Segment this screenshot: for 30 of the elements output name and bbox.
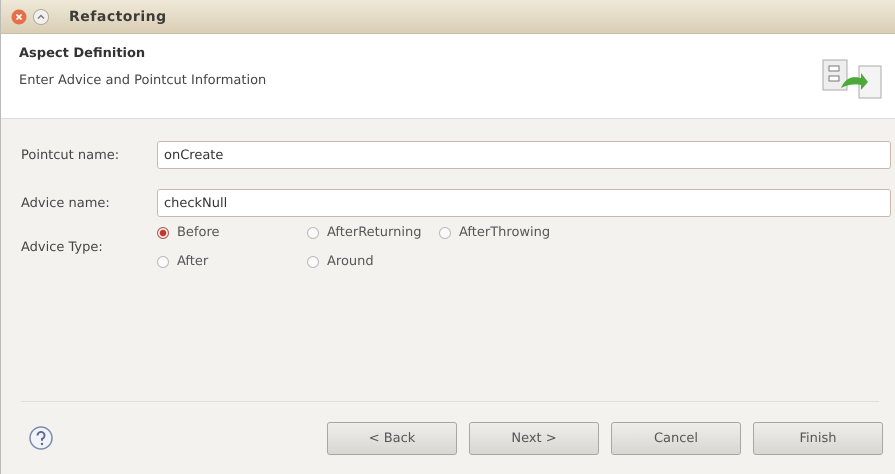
radio-icon[interactable]	[157, 256, 169, 268]
name-field[interactable]: checkNull	[157, 189, 891, 217]
radio-label: Around	[327, 254, 374, 269]
radio-label: AfterThrowing	[459, 225, 550, 240]
field-label: Pointcut name:	[21, 148, 120, 162]
radio-option[interactable]: Before	[157, 225, 307, 240]
radio-option[interactable]: Around	[307, 254, 439, 269]
radio-label: After	[177, 254, 208, 269]
dialog-button[interactable]: Cancel	[611, 422, 741, 454]
name-field[interactable]: onCreate	[157, 141, 891, 169]
dialog-button[interactable]: < Back	[327, 422, 457, 454]
radio-icon[interactable]	[157, 226, 169, 238]
dialog-button[interactable]: Next >	[469, 422, 599, 454]
help-icon[interactable]	[29, 426, 53, 450]
radio-icon[interactable]	[307, 256, 319, 268]
radio-option[interactable]: AfterThrowing	[439, 225, 550, 240]
close-icon[interactable]	[11, 8, 27, 24]
radio-label: AfterReturning	[327, 225, 422, 240]
page-title: Aspect Definition	[19, 46, 146, 61]
dialog-button[interactable]: Finish	[753, 422, 883, 454]
field-label: Advice name:	[21, 196, 111, 210]
maximize-icon[interactable]	[33, 8, 49, 24]
radio-option[interactable]: AfterReturning	[307, 225, 439, 240]
radio-option[interactable]: After	[157, 254, 307, 269]
radio-icon[interactable]	[439, 226, 451, 238]
field-label: Advice Type:	[21, 240, 104, 254]
radio-label: Before	[177, 225, 220, 240]
window-title: Refactoring	[69, 8, 167, 24]
radio-icon[interactable]	[307, 226, 319, 238]
page-description: Enter Advice and Pointcut Information	[19, 73, 266, 88]
